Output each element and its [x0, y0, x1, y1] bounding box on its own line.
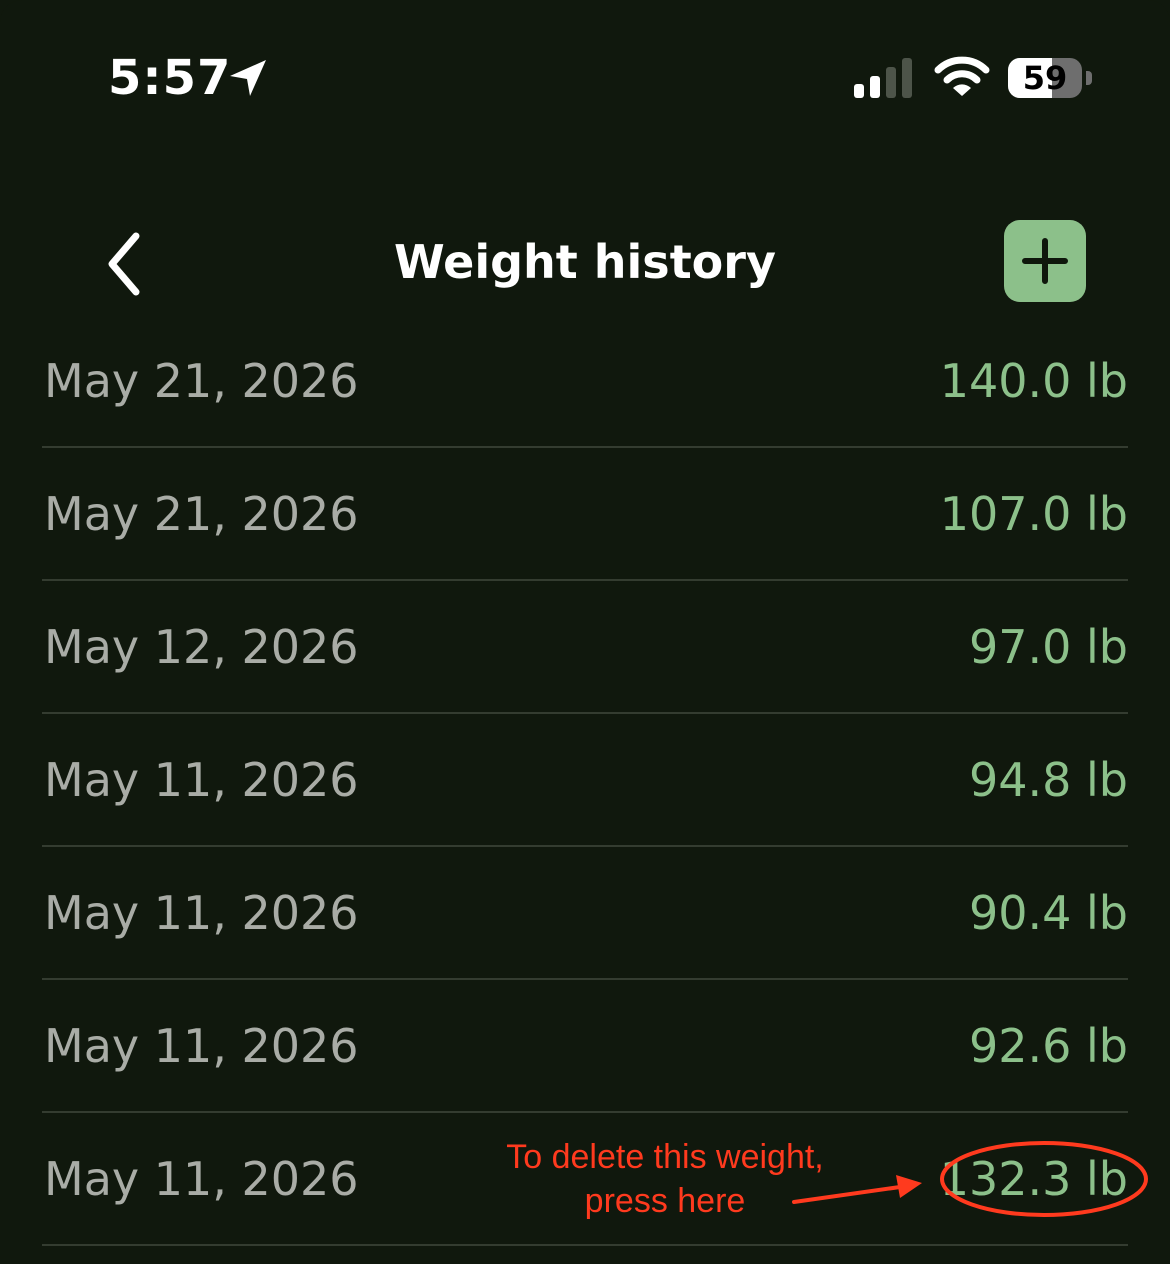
entry-weight[interactable]: 140.0 lb — [940, 349, 1128, 413]
list-item: May 11, 2026 90.4 lb — [42, 847, 1128, 980]
status-time: 5:57 — [108, 50, 232, 106]
entry-date: May 21, 2026 — [44, 354, 359, 408]
back-button[interactable] — [92, 226, 162, 302]
plus-icon — [1022, 238, 1068, 284]
navigation-bar: Weight history — [0, 200, 1170, 330]
location-arrow-icon — [230, 60, 266, 96]
battery-indicator: 59 — [1008, 58, 1092, 98]
battery-cap — [1086, 71, 1092, 85]
entry-date: May 11, 2026 — [44, 1152, 359, 1206]
list-item: May 21, 2026 140.0 lb — [42, 315, 1128, 448]
app-screen: 5:57 59 Weight history May 21, 2026 140.… — [0, 0, 1170, 1264]
cellular-signal-icon — [854, 58, 912, 98]
entry-weight[interactable]: 94.8 lb — [969, 748, 1128, 812]
entry-date: May 12, 2026 — [44, 620, 359, 674]
entry-date: May 11, 2026 — [44, 1019, 359, 1073]
weight-history-list: May 21, 2026 140.0 lb May 21, 2026 107.0… — [0, 315, 1170, 1246]
add-weight-button[interactable] — [1004, 220, 1086, 302]
entry-weight[interactable]: 107.0 lb — [940, 482, 1128, 546]
status-bar: 5:57 59 — [0, 0, 1170, 150]
battery-level: 59 — [1022, 59, 1068, 97]
battery-body: 59 — [1008, 58, 1082, 98]
page-title: Weight history — [394, 235, 776, 289]
chevron-left-icon — [108, 232, 140, 296]
entry-weight[interactable]: 97.0 lb — [969, 615, 1128, 679]
entry-weight[interactable]: 92.6 lb — [969, 1014, 1128, 1078]
list-item: May 11, 2026 94.8 lb — [42, 714, 1128, 847]
entry-weight[interactable]: 90.4 lb — [969, 881, 1128, 945]
list-item: May 12, 2026 97.0 lb — [42, 581, 1128, 714]
entry-date: May 11, 2026 — [44, 886, 359, 940]
list-item: May 21, 2026 107.0 lb — [42, 448, 1128, 581]
entry-date: May 21, 2026 — [44, 487, 359, 541]
wifi-icon — [934, 56, 990, 96]
annotation-arrow-icon — [792, 1175, 922, 1204]
annotation-circle-icon — [940, 1141, 1148, 1217]
entry-date: May 11, 2026 — [44, 753, 359, 807]
list-item: May 11, 2026 92.6 lb — [42, 980, 1128, 1113]
